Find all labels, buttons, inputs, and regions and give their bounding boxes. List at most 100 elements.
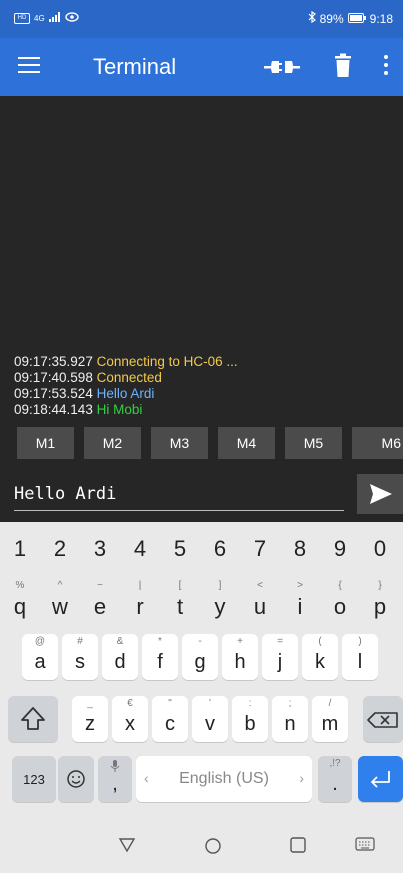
trash-icon[interactable]: [333, 53, 353, 79]
macro-button-m3[interactable]: M3: [151, 427, 208, 459]
key-label: q: [13, 594, 27, 619]
key-b[interactable]: :b: [232, 696, 268, 742]
key-6[interactable]: 6: [200, 536, 240, 574]
macro-button-m4[interactable]: M4: [218, 427, 275, 459]
macro-button-m2[interactable]: M2: [84, 427, 141, 459]
key-i[interactable]: > i: [280, 578, 320, 624]
battery-icon: [347, 12, 366, 26]
log-message: Connected: [96, 370, 162, 385]
key-4[interactable]: 4: [120, 536, 160, 574]
enter-icon: [371, 771, 390, 788]
key-g[interactable]: -g: [182, 634, 218, 680]
macro-button-m6[interactable]: M6: [352, 427, 403, 459]
key-x[interactable]: € x: [112, 696, 148, 742]
key-label: e: [93, 594, 107, 619]
key-sublabel: &: [116, 636, 124, 647]
emoji-key[interactable]: [58, 756, 94, 802]
key-label: f: [157, 651, 163, 673]
key-label: z: [85, 713, 95, 735]
key-e[interactable]: ~ e: [80, 578, 120, 624]
key-label: 6: [213, 536, 227, 561]
key-a[interactable]: @ a: [22, 634, 58, 680]
log-message: Connecting to HC-06 ...: [96, 354, 238, 369]
macro-button-m5[interactable]: M5: [285, 427, 342, 459]
key-d[interactable]: & d: [102, 634, 138, 680]
key-s[interactable]: # s: [62, 634, 98, 680]
key-7[interactable]: 7: [240, 536, 280, 574]
key-label: o: [333, 594, 347, 619]
key-j[interactable]: = j: [262, 634, 298, 680]
key-label: 0: [373, 536, 387, 561]
key-n[interactable]: ; n: [272, 696, 308, 742]
soft-keyboard: 1 2 3 4 5 6 7 8 9 0 % q ^ w ~ e | r [t ] y < u…: [0, 522, 403, 873]
key-label: ,: [112, 773, 118, 795]
input-row: Hello Ardi: [0, 470, 403, 522]
key-5[interactable]: 5: [160, 536, 200, 574]
key-sublabel: *: [158, 636, 162, 647]
key-o[interactable]: {o: [320, 578, 360, 624]
key-label: 1: [13, 536, 27, 561]
menu-icon[interactable]: [18, 57, 40, 75]
log-line: 09:17:35.927 Connecting to HC-06 ...: [14, 354, 238, 370]
log-lines: 09:17:35.927 Connecting to HC-06 ... 09:…: [14, 354, 238, 418]
connect-icon[interactable]: [264, 57, 300, 77]
key-v[interactable]: ' v: [192, 696, 228, 742]
chevron-right-icon: ›: [299, 770, 304, 786]
key-y[interactable]: ] y: [200, 578, 240, 624]
key-2[interactable]: 2: [40, 536, 80, 574]
key-sublabel: }: [378, 580, 382, 591]
macro-label: M6: [381, 435, 401, 451]
comma-key[interactable]: ,: [98, 756, 132, 802]
key-h[interactable]: + h: [222, 634, 258, 680]
keyboard-hide-icon[interactable]: [355, 837, 375, 856]
key-w[interactable]: ^ w: [40, 578, 80, 624]
key-f[interactable]: * f: [142, 634, 178, 680]
recents-nav-icon[interactable]: [290, 837, 306, 858]
key-r[interactable]: | r: [120, 578, 160, 624]
key-label: p: [373, 594, 387, 619]
spacebar-label: English (US): [179, 770, 269, 787]
key-9[interactable]: 9: [320, 536, 360, 574]
key-sublabel: ,!?: [329, 758, 341, 769]
key-label: 4: [133, 536, 147, 561]
send-button[interactable]: [357, 474, 403, 514]
macro-button-m1[interactable]: M1: [17, 427, 74, 459]
key-3[interactable]: 3: [80, 536, 120, 574]
key-k[interactable]: (k: [302, 634, 338, 680]
enter-key[interactable]: [358, 756, 403, 802]
key-label: t: [176, 594, 184, 619]
key-q[interactable]: % q: [0, 578, 40, 624]
key-sublabel: %: [15, 580, 25, 591]
backspace-icon: [367, 712, 398, 728]
log-message: Hi Mobi: [96, 402, 143, 417]
period-key[interactable]: ,!?.: [318, 756, 352, 802]
back-nav-icon[interactable]: [118, 837, 136, 858]
key-z[interactable]: _ z: [72, 696, 108, 742]
key-u[interactable]: < u: [240, 578, 280, 624]
log-line: 09:17:40.598 Connected: [14, 370, 238, 386]
macro-bar: M1 M2 M3 M4 M5 M6: [0, 422, 403, 470]
key-l[interactable]: ) l: [342, 634, 378, 680]
home-nav-icon[interactable]: [204, 837, 222, 860]
numeric-toggle-key[interactable]: 123: [12, 756, 56, 802]
page-title: Terminal: [93, 54, 177, 79]
key-t[interactable]: [t: [160, 578, 200, 624]
key-8[interactable]: 8: [280, 536, 320, 574]
key-sublabel: <: [257, 580, 263, 591]
key-m[interactable]: / m: [312, 696, 348, 742]
backspace-key[interactable]: [363, 696, 403, 742]
key-0[interactable]: 0: [360, 536, 400, 574]
key-label: .: [332, 773, 338, 795]
app-bar: Terminal: [0, 38, 403, 96]
key-label: j: [277, 651, 283, 673]
more-options-icon[interactable]: [383, 55, 389, 79]
key-c[interactable]: " c: [152, 696, 188, 742]
key-p[interactable]: } p: [360, 578, 400, 624]
shift-key[interactable]: [8, 696, 58, 742]
hd-badge: HD: [14, 12, 30, 24]
message-input[interactable]: Hello Ardi: [14, 484, 344, 511]
key-1[interactable]: 1: [0, 536, 40, 574]
key-label: s: [75, 651, 85, 673]
key-sublabel: (: [318, 636, 322, 647]
spacebar[interactable]: ‹ English (US) ›: [136, 756, 312, 802]
